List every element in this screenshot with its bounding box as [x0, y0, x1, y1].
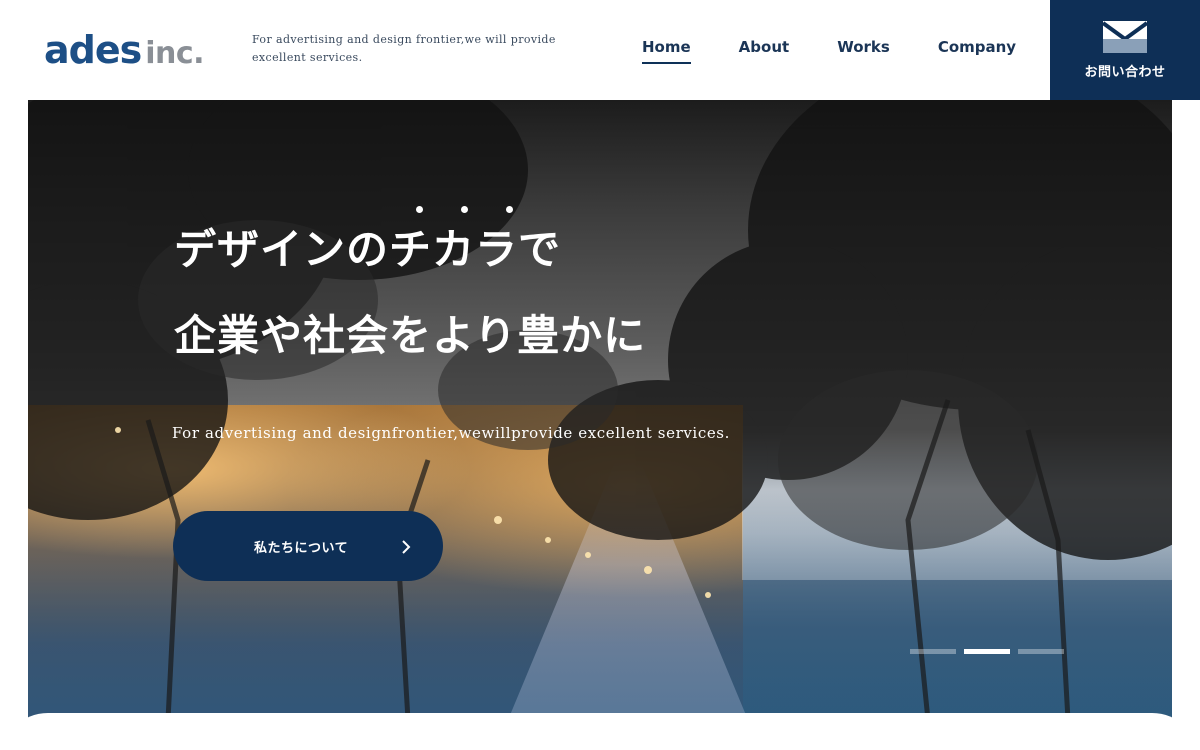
slider-pagination	[910, 649, 1064, 654]
content-section-top	[0, 713, 1200, 750]
hero-image-trees	[28, 100, 1172, 720]
about-us-button-label: 私たちについて	[254, 541, 349, 556]
contact-button-label: お問い合わせ	[1084, 64, 1166, 80]
hero-subtitle: For advertising and designfrontier,wewil…	[172, 424, 730, 442]
nav-item-about[interactable]: About	[739, 38, 790, 62]
header-tagline: For advertising and design frontier,we w…	[252, 33, 556, 64]
chevron-right-icon	[401, 539, 411, 554]
site-header: ades inc. For advertising and design fro…	[0, 0, 1200, 100]
about-us-button[interactable]: 私たちについて	[173, 511, 443, 581]
logo-secondary-text: inc.	[145, 36, 205, 71]
emphasis-dot	[506, 206, 513, 213]
contact-button[interactable]: お問い合わせ	[1050, 0, 1200, 100]
logo-primary-text: ades	[44, 28, 142, 72]
slider-dot-3[interactable]	[1018, 649, 1064, 654]
mail-icon	[1101, 20, 1149, 53]
slider-dot-2[interactable]	[964, 649, 1010, 654]
nav-item-home[interactable]: Home	[642, 38, 691, 64]
main-nav: Home About Works Company	[642, 38, 1016, 64]
nav-item-works[interactable]: Works	[837, 38, 890, 62]
hero-headline-line-2: 企業や社会をより豊かに	[174, 311, 647, 360]
hero-slider	[28, 100, 1172, 720]
hero-headline: デザインのチカラで 企業や社会をより豊かに	[174, 220, 646, 366]
emphasis-dot	[416, 206, 423, 213]
emphasis-dot	[461, 206, 468, 213]
emphasis-dots	[416, 206, 513, 213]
nav-item-company[interactable]: Company	[938, 38, 1016, 62]
hero-headline-line-1: デザインのチカラで	[174, 225, 562, 274]
logo[interactable]: ades inc.	[44, 28, 205, 72]
slider-dot-1[interactable]	[910, 649, 956, 654]
